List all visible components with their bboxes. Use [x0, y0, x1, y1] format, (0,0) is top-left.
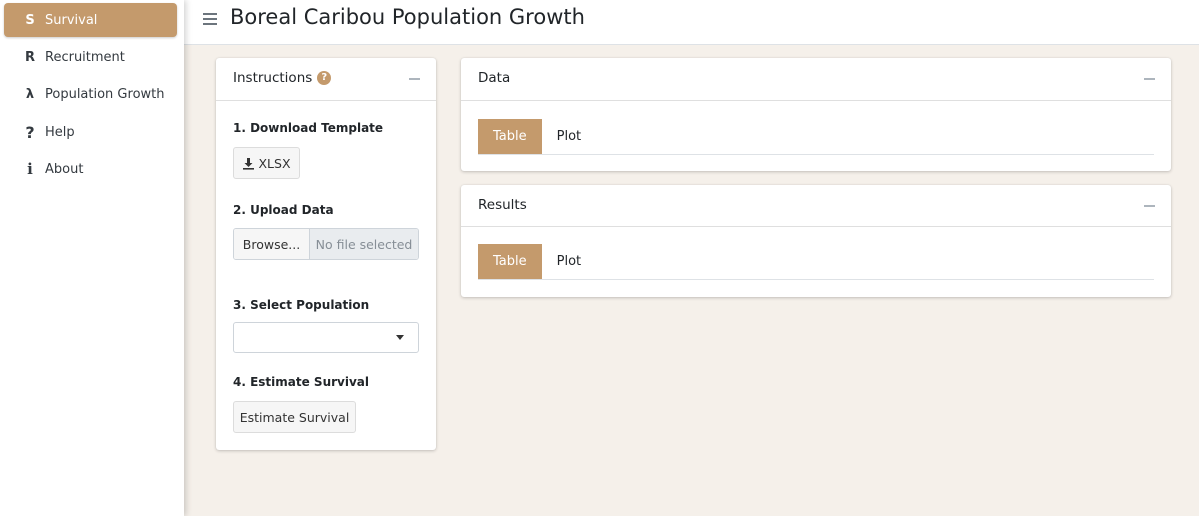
sidebar-item-survival[interactable]: S Survival — [4, 3, 177, 37]
download-xlsx-button[interactable]: XLSX — [233, 147, 300, 179]
step1-label: 1. Download Template — [233, 121, 384, 135]
population-select[interactable] — [233, 322, 419, 353]
sidebar-item-label: Population Growth — [45, 86, 165, 102]
recruitment-icon: R — [24, 49, 35, 65]
page-title: Boreal Caribou Population Growth — [230, 5, 585, 29]
top-header: Boreal Caribou Population Growth — [184, 0, 1199, 45]
estimate-survival-button[interactable]: Estimate Survival — [233, 401, 356, 433]
data-card-title: Data — [478, 70, 511, 86]
hamburger-menu-icon[interactable] — [203, 13, 217, 25]
caret-down-icon — [396, 335, 404, 340]
results-tab-plot[interactable]: Plot — [542, 244, 597, 279]
browse-button[interactable]: Browse... — [234, 229, 310, 259]
step3-label: 3. Select Population — [233, 298, 370, 312]
collapse-results-button[interactable] — [1144, 205, 1155, 207]
results-card: Results Table Plot — [461, 185, 1171, 297]
data-tab-table[interactable]: Table — [478, 119, 542, 154]
sidebar-item-about[interactable]: i About — [4, 152, 177, 186]
data-card-header: Data — [461, 58, 1171, 101]
results-card-title: Results — [478, 197, 527, 213]
results-tabs: Table Plot — [478, 244, 1154, 280]
sidebar-item-label: About — [45, 161, 84, 177]
download-icon — [243, 157, 255, 170]
collapse-instructions-button[interactable] — [409, 78, 420, 80]
instructions-card-header: Instructions ? — [216, 58, 436, 101]
step4-label: 4. Estimate Survival — [233, 375, 370, 389]
data-card: Data Table Plot — [461, 58, 1171, 171]
info-icon: i — [27, 160, 33, 178]
download-button-label: XLSX — [258, 155, 291, 171]
file-upload-input: Browse... No file selected — [233, 228, 419, 260]
step2-label: 2. Upload Data — [233, 203, 334, 217]
sidebar-item-label: Recruitment — [45, 49, 125, 65]
data-tab-plot[interactable]: Plot — [542, 119, 597, 154]
results-card-header: Results — [461, 185, 1171, 227]
question-icon: ? — [25, 122, 35, 142]
results-tab-table[interactable]: Table — [478, 244, 542, 279]
instructions-card: Instructions ? 1. Download Template XLSX… — [216, 58, 436, 450]
sidebar-item-help[interactable]: ? Help — [4, 115, 177, 149]
sidebar-item-label: Survival — [45, 12, 98, 28]
help-circle-icon[interactable]: ? — [317, 71, 332, 85]
instructions-title: Instructions ? — [233, 70, 332, 86]
file-status-field[interactable]: No file selected — [310, 229, 418, 259]
lambda-icon: λ — [25, 86, 35, 102]
sidebar-item-label: Help — [45, 124, 75, 140]
sidebar-item-population-growth[interactable]: λ Population Growth — [4, 77, 177, 111]
collapse-data-button[interactable] — [1144, 78, 1155, 80]
instructions-title-text: Instructions — [233, 70, 313, 86]
sidebar-item-recruitment[interactable]: R Recruitment — [4, 40, 177, 74]
data-tabs: Table Plot — [478, 119, 1154, 155]
survival-icon: S — [25, 12, 35, 28]
sidebar: S Survival R Recruitment λ Population Gr… — [0, 0, 184, 516]
